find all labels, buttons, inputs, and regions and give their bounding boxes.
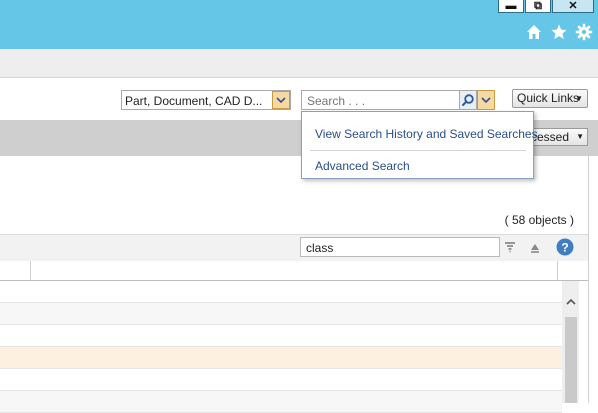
collapse-icon[interactable] [528, 240, 542, 254]
scroll-up-icon[interactable] [564, 295, 578, 311]
gear-icon[interactable] [575, 23, 593, 41]
caret-down-icon: ▼ [576, 132, 584, 141]
home-icon[interactable] [525, 23, 543, 41]
caret-down-icon: ▼ [575, 94, 583, 103]
menu-item-search-history[interactable]: View Search History and Saved Searches [315, 127, 538, 141]
table-filter-box[interactable] [300, 237, 500, 257]
table-column-header [0, 261, 588, 281]
menu-divider [310, 150, 526, 151]
close-button[interactable]: ✕ [552, 0, 594, 13]
menu-item-advanced-search[interactable]: Advanced Search [315, 159, 410, 173]
chevron-down-icon [481, 97, 491, 104]
quick-links-button[interactable]: Quick Links ▼ [512, 89, 588, 108]
navigation-strip [0, 49, 598, 78]
column-divider[interactable] [557, 261, 558, 280]
svg-text:?: ? [561, 241, 568, 255]
table-row[interactable] [0, 281, 562, 303]
star-icon[interactable] [550, 23, 568, 41]
search-context-select[interactable]: Part, Document, CAD D... [121, 90, 291, 110]
table-filter-input[interactable] [304, 239, 498, 257]
table-row[interactable] [0, 325, 562, 347]
object-count: ( 58 objects ) [504, 213, 574, 227]
table-row[interactable] [0, 391, 562, 413]
search-context-value: Part, Document, CAD D... [125, 94, 263, 108]
scrollbar-thumb[interactable] [565, 317, 577, 403]
quick-links-label: Quick Links [517, 91, 580, 105]
column-divider[interactable] [30, 261, 31, 280]
search-context-dropdown-button[interactable] [272, 91, 290, 109]
search-options-menu: View Search History and Saved Searches A… [301, 111, 538, 179]
search-input[interactable] [305, 92, 459, 110]
filter-icon[interactable] [503, 240, 517, 254]
search-box[interactable] [301, 90, 460, 110]
search-button[interactable] [459, 90, 477, 110]
minimize-button[interactable]: ▬ [498, 0, 524, 13]
chevron-down-icon [276, 97, 286, 104]
table-row[interactable] [0, 303, 562, 325]
magnifier-icon [461, 94, 474, 107]
table-row[interactable] [0, 369, 562, 391]
help-icon[interactable]: ? [556, 238, 574, 256]
table-row-selected[interactable] [0, 347, 562, 369]
restore-button[interactable]: ⧉ [525, 0, 551, 13]
search-options-button[interactable] [477, 90, 495, 110]
